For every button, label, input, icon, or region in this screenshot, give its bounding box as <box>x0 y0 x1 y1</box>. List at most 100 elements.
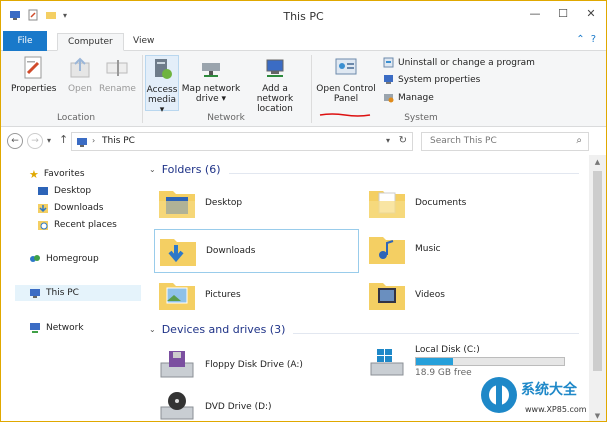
network-location-icon <box>266 59 284 77</box>
up-button[interactable]: ↑ <box>59 133 68 146</box>
explorer-window: ▾ This PC — ☐ ✕ File Computer View ⌃ ? P… <box>0 0 607 422</box>
watermark-logo-icon <box>481 377 517 413</box>
computer-icon <box>30 289 40 298</box>
group-system-label: System <box>404 113 438 123</box>
media-server-icon <box>155 59 172 79</box>
group-location-label: Location <box>56 113 96 123</box>
system-properties-button[interactable]: System properties <box>383 74 480 85</box>
collapse-chevron-icon[interactable]: ⌄ <box>149 165 156 174</box>
disk-usage-fill <box>416 358 453 365</box>
local-disk-label: Local Disk (C:) <box>415 345 480 355</box>
folder-pictures[interactable]: Pictures <box>157 277 241 313</box>
manage-button[interactable]: Manage <box>383 92 434 103</box>
downloads-folder-icon <box>160 239 196 266</box>
site-watermark: 系统大全 www.XP85.com <box>473 371 606 421</box>
folder-videos[interactable]: Videos <box>367 277 445 313</box>
local-disk-icon <box>370 349 404 376</box>
ribbon-separator <box>311 55 312 123</box>
navigation-pane: ★ Favorites Desktop Downloads Recent pla… <box>1 155 143 421</box>
open-button[interactable]: Open <box>65 55 95 94</box>
address-box[interactable]: › This PC ▾ ↻ <box>71 132 413 151</box>
dvd-drive-icon <box>160 392 194 420</box>
title-bar: ▾ This PC — ☐ ✕ <box>1 1 606 31</box>
address-dropdown-icon[interactable]: ▾ <box>386 136 390 145</box>
control-panel-icon <box>335 58 357 75</box>
ribbon-controls: ⌃ ? <box>576 34 596 45</box>
disk-usage-bar <box>415 357 565 366</box>
window-controls: — ☐ ✕ <box>528 7 598 20</box>
homegroup-icon <box>30 255 40 262</box>
breadcrumb-this-pc[interactable]: This PC <box>102 136 135 146</box>
computer-icon <box>77 138 87 147</box>
collapse-chevron-icon[interactable]: ⌄ <box>149 325 156 334</box>
recent-places-icon <box>38 221 48 230</box>
group-network-label: Network <box>207 113 245 123</box>
devices-section-header[interactable]: ⌄ Devices and drives (3) <box>149 323 285 336</box>
scroll-up-icon[interactable]: ▲ <box>593 158 602 166</box>
section-divider <box>229 173 579 174</box>
search-input[interactable]: Search This PC ⌕ <box>421 132 589 151</box>
ribbon-tabs: File Computer View ⌃ ? <box>1 31 606 51</box>
close-button[interactable]: ✕ <box>584 7 598 20</box>
system-properties-icon <box>384 75 393 84</box>
rename-icon <box>106 60 128 76</box>
red-underline-mark <box>319 113 371 117</box>
expand-ribbon-icon[interactable]: ⌃ <box>576 34 584 45</box>
nav-downloads[interactable]: Downloads <box>37 201 103 215</box>
nav-recent-places[interactable]: Recent places <box>37 218 117 232</box>
tab-view[interactable]: View <box>123 33 164 51</box>
documents-folder-icon <box>369 191 405 218</box>
window-title: This PC <box>283 10 324 23</box>
minimize-button[interactable]: — <box>528 7 542 20</box>
tab-file[interactable]: File <box>3 31 47 51</box>
folder-music[interactable]: Music <box>367 231 441 267</box>
watermark-url: www.XP85.com <box>525 405 587 414</box>
network-drive-icon <box>202 63 220 77</box>
ribbon-separator <box>142 55 143 123</box>
breadcrumb-chevron-icon[interactable]: › <box>92 136 95 145</box>
nav-network[interactable]: Network <box>29 321 84 335</box>
ribbon: Properties Open Rename Location Access m… <box>1 51 606 127</box>
back-button[interactable]: ← <box>7 133 23 149</box>
help-icon[interactable]: ? <box>591 34 596 45</box>
manage-icon <box>384 94 394 103</box>
folders-section-header[interactable]: ⌄ Folders (6) <box>149 163 221 176</box>
open-control-panel-button[interactable]: Open Control Panel <box>315 55 377 104</box>
forward-button[interactable]: → <box>27 133 43 149</box>
tab-computer[interactable]: Computer <box>57 33 124 51</box>
scrollbar-thumb[interactable] <box>593 171 602 371</box>
uninstall-program-button[interactable]: Uninstall or change a program <box>383 57 535 68</box>
music-folder-icon <box>369 237 405 264</box>
maximize-button[interactable]: ☐ <box>556 7 570 20</box>
add-network-location-button[interactable]: Add a network location <box>243 55 307 114</box>
recent-locations-icon[interactable]: ▾ <box>47 136 51 145</box>
address-bar-row: ← → ▾ ↑ › This PC ▾ ↻ Search This PC ⌕ <box>1 127 606 155</box>
folder-desktop[interactable]: Desktop <box>157 185 242 221</box>
open-icon <box>70 57 90 78</box>
refresh-icon[interactable]: ↻ <box>399 135 407 146</box>
star-icon: ★ <box>29 167 39 181</box>
nav-homegroup[interactable]: Homegroup <box>29 252 99 266</box>
desktop-folder-icon <box>159 191 195 218</box>
section-divider <box>293 333 579 334</box>
videos-folder-icon <box>369 283 405 310</box>
properties-button[interactable]: Properties <box>11 55 56 94</box>
nav-desktop[interactable]: Desktop <box>37 184 91 198</box>
drive-floppy-a[interactable]: Floppy Disk Drive (A:) <box>157 347 303 383</box>
watermark-name: 系统大全 <box>521 382 577 398</box>
downloads-icon <box>38 204 48 213</box>
uninstall-icon <box>383 57 394 68</box>
pictures-folder-icon <box>159 283 195 310</box>
desktop-icon <box>38 187 48 195</box>
properties-large-icon <box>24 56 42 79</box>
drive-dvd-d[interactable]: DVD Drive (D:) <box>157 389 272 421</box>
nav-this-pc[interactable]: This PC <box>29 286 79 300</box>
access-media-button[interactable]: Access media ▾ <box>145 55 179 115</box>
floppy-drive-icon <box>160 351 194 378</box>
search-icon[interactable]: ⌕ <box>576 135 582 146</box>
nav-favorites[interactable]: ★ Favorites <box>29 167 85 181</box>
rename-button[interactable]: Rename <box>99 55 136 94</box>
map-network-drive-button[interactable]: Map network drive ▾ <box>181 55 241 104</box>
folder-downloads[interactable]: Downloads <box>154 229 359 273</box>
folder-documents[interactable]: Documents <box>367 185 466 221</box>
